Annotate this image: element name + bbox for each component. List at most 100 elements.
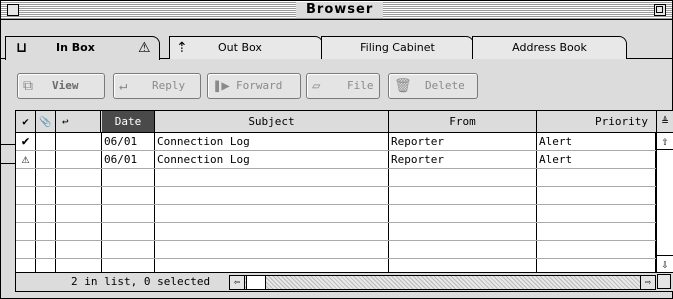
cell-replied: [56, 223, 102, 240]
tab-address-book[interactable]: Address Book: [472, 36, 627, 59]
column-date[interactable]: Date: [102, 111, 155, 132]
cell-subject: [155, 205, 389, 222]
cell-replied: [56, 187, 102, 204]
column-replied[interactable]: ↩: [56, 111, 101, 132]
scroll-right-arrow-icon[interactable]: ⇨: [640, 276, 655, 289]
cell-subject: [155, 223, 389, 240]
table-row[interactable]: [16, 223, 656, 241]
message-list: ✔ 📎 ↩ Date Subject From Priority ≜ ✔ 06/0…: [15, 110, 673, 292]
resize-grow-box-icon[interactable]: [657, 274, 671, 289]
table-row[interactable]: ✔ 06/01 Connection Log Reporter Alert: [16, 133, 656, 151]
column-subject[interactable]: Subject: [155, 111, 389, 132]
cell-attach: [36, 169, 56, 186]
cell-priority: [537, 187, 656, 204]
cell-replied: [56, 241, 102, 258]
warning-triangle-icon: ⚠: [16, 151, 36, 168]
title-bar[interactable]: Browser: [1, 1, 672, 20]
cell-subject: Connection Log: [155, 133, 389, 150]
cell-priority: [537, 205, 656, 222]
cell-priority: Alert: [537, 133, 656, 150]
reply-icon: ↵: [119, 78, 128, 94]
reply-arrow-icon: ↩: [62, 115, 69, 128]
tab-strip: ⊔ In Box ⚠ ⇡ Out Box Filing Cabinet Addr…: [1, 20, 672, 60]
cell-attach: [36, 187, 56, 204]
cell-status: [16, 187, 36, 204]
delete-button[interactable]: 🗑 Delete: [388, 73, 478, 99]
trash-icon: 🗑: [394, 78, 412, 94]
scroll-down-arrow-icon[interactable]: ⇩: [657, 255, 673, 272]
view-label: View: [52, 79, 79, 92]
toolbar: ⧉ View ↵ Reply ❚▶ Forward ▱ File 🗑 Delet…: [1, 61, 672, 107]
cell-from: [389, 169, 537, 186]
column-attachment[interactable]: 📎: [36, 111, 56, 132]
cell-replied: [56, 169, 102, 186]
scroll-thumb[interactable]: [246, 276, 266, 289]
column-date-label: Date: [114, 115, 142, 128]
cell-date: 06/01: [102, 133, 155, 150]
cell-attach: [36, 223, 56, 240]
table-row[interactable]: [16, 169, 656, 187]
cell-attach: [36, 241, 56, 258]
zoom-box[interactable]: [654, 4, 666, 16]
column-priority[interactable]: Priority: [537, 111, 657, 132]
cell-priority: [537, 241, 656, 258]
cell-date: [102, 187, 155, 204]
forward-label: Forward: [236, 79, 283, 92]
cell-date: [102, 169, 155, 186]
reply-button[interactable]: ↵ Reply: [113, 73, 201, 99]
scroll-up-arrow-icon[interactable]: ⇧: [657, 133, 673, 150]
column-sort-button[interactable]: ≜: [657, 111, 673, 132]
tab-filing-cabinet-label: Filing Cabinet: [360, 41, 435, 54]
cell-date: 06/01: [102, 151, 155, 168]
folder-icon: ▱: [312, 78, 321, 94]
scroll-left-arrow-icon[interactable]: ⇦: [230, 276, 245, 289]
column-from[interactable]: From: [389, 111, 537, 132]
column-from-label: From: [449, 115, 476, 128]
reply-label: Reply: [152, 79, 186, 92]
tab-in-box[interactable]: ⊔ In Box ⚠: [5, 36, 160, 60]
cell-from: [389, 223, 537, 240]
row-marker-line: [1, 163, 15, 164]
browser-window: Browser ⊔ In Box ⚠ ⇡ Out Box Filing Cabi…: [0, 0, 673, 299]
horizontal-scrollbar[interactable]: ⇦ ⇨: [229, 275, 656, 290]
cell-from: [389, 187, 537, 204]
close-box[interactable]: [7, 4, 19, 16]
cell-date: [102, 241, 155, 258]
file-label: File: [347, 79, 374, 92]
cell-replied: [56, 205, 102, 222]
cell-attach: [36, 205, 56, 222]
view-button[interactable]: ⧉ View: [17, 73, 105, 99]
table-row[interactable]: ⚠ 06/01 Connection Log Reporter Alert: [16, 151, 656, 169]
cell-status: [16, 241, 36, 258]
table-row[interactable]: [16, 205, 656, 223]
column-status[interactable]: ✔: [16, 111, 36, 132]
cell-status: [16, 205, 36, 222]
column-subject-label: Subject: [248, 115, 295, 128]
cell-status: [16, 223, 36, 240]
cell-priority: [537, 223, 656, 240]
cell-from: [389, 205, 537, 222]
forward-button[interactable]: ❚▶ Forward: [207, 73, 301, 99]
column-priority-label: Priority: [595, 115, 648, 128]
tab-out-box[interactable]: ⇡ Out Box: [169, 36, 323, 59]
window-title: Browser: [296, 2, 384, 18]
cell-subject: Connection Log: [155, 151, 389, 168]
cell-date: [102, 223, 155, 240]
tab-address-book-label: Address Book: [512, 41, 587, 54]
table-row[interactable]: [16, 241, 656, 259]
status-bar: 2 in list, 0 selected ⇦ ⇨: [16, 272, 673, 291]
mailbox-tabs: ⊔ In Box ⚠ ⇡ Out Box Filing Cabinet Addr…: [1, 20, 672, 60]
list-status: 2 in list, 0 selected: [71, 275, 211, 288]
cell-subject: [155, 241, 389, 258]
cell-subject: [155, 187, 389, 204]
cell-date: [102, 205, 155, 222]
vertical-scrollbar[interactable]: ⇧ ⇩: [656, 133, 673, 272]
tab-in-box-label: In Box: [56, 41, 95, 54]
cell-status: [16, 169, 36, 186]
cell-subject: [155, 169, 389, 186]
warning-triangle-icon: ⚠: [138, 40, 151, 56]
cell-attach: [36, 151, 56, 168]
file-button[interactable]: ▱ File: [306, 73, 380, 99]
table-row[interactable]: [16, 187, 656, 205]
tab-filing-cabinet[interactable]: Filing Cabinet: [321, 36, 474, 59]
